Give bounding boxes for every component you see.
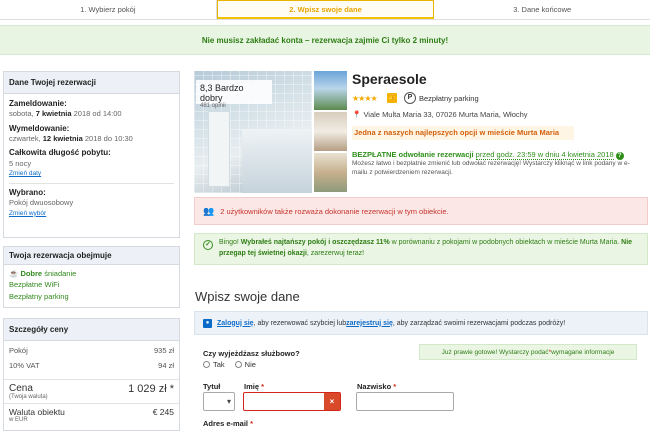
email-label: Adres e-mail * — [203, 419, 254, 428]
business-no-radio[interactable]: Nie — [234, 360, 256, 369]
error-icon: × — [324, 393, 340, 410]
thumbnail-terrace[interactable] — [314, 153, 347, 192]
included-wifi: Bezpłatne WiFi — [9, 280, 60, 290]
demand-alert: 👥 2 użytkowników także rozważa dokonanie… — [194, 197, 648, 225]
title-label: Tytuł — [203, 382, 221, 391]
best-option-badge: Jedna z naszych najlepszych opcji w mieś… — [352, 126, 574, 140]
step-choose-room[interactable]: 1. Wybierz pokój — [0, 0, 217, 19]
step-final-details: 3. Dane końcowe — [434, 0, 650, 19]
change-choice-link[interactable]: Zmień wybór — [9, 209, 174, 218]
checkin-value: sobota, 7 kwietnia 2018 od 14:00 — [9, 109, 122, 119]
cancellation-note: Możesz łatwo i bezpłatnie zmienić lub od… — [352, 160, 630, 176]
thumbs-up-icon: 👍 — [387, 93, 397, 103]
check-circle-icon: ✓ — [203, 240, 213, 250]
step-enter-details: 2. Wpisz swoje dane — [216, 0, 435, 19]
business-yes-radio[interactable]: Tak — [203, 360, 225, 369]
reservation-summary: Dane Twojej rezerwacji Zameldowanie: sob… — [3, 71, 180, 238]
checkout-label: Wymeldowanie: — [9, 123, 70, 133]
change-dates-link[interactable]: Zmień daty — [9, 169, 174, 178]
photo-thumbnails — [314, 71, 347, 194]
price-total: Cena (Twoja waluta) 1 029 zł * — [9, 383, 174, 400]
reservation-header: Dane Twojej rezerwacji — [4, 72, 179, 94]
star-rating: ★★★★ — [352, 94, 378, 103]
form-title: Wpisz swoje dane — [195, 289, 300, 304]
register-link[interactable]: zarejestruj się — [346, 320, 393, 327]
free-cancellation: BEZPŁATNE odwołanie rezerwacji przed god… — [352, 150, 624, 160]
price-header: Szczegóły ceny — [4, 319, 179, 341]
last-name-input[interactable] — [356, 392, 454, 411]
login-prompt: ● Zaloguj się , aby rezerwować szybciej … — [194, 311, 648, 335]
map-pin-icon: 📍 — [352, 110, 362, 119]
checkout-value: czwartek, 12 kwietnia 2018 do 10:30 — [9, 133, 133, 143]
user-icon: ● — [203, 318, 212, 328]
progress-steps: 1. Wybierz pokój 2. Wpisz swoje dane 3. … — [0, 0, 650, 20]
almost-ready-notice: Już prawie gotowe! Wystarczy podać * wym… — [419, 344, 637, 360]
stay-length-value: 5 nocy — [9, 158, 32, 168]
thumbnail-exterior[interactable] — [314, 71, 347, 110]
title-select[interactable] — [203, 392, 235, 411]
checkin-label: Zameldowanie: — [9, 99, 67, 108]
chosen-room: Pokój dwuosobowy — [9, 198, 74, 208]
included-box: Twoja rezerwacja obejmuje ☕ Dobre śniada… — [3, 246, 180, 308]
hotel-name: Speraesole — [352, 71, 427, 87]
people-icon: 👥 — [203, 205, 215, 216]
price-hotel-currency: Waluta obiektu w EUR € 245 — [9, 407, 174, 423]
business-trip-question: Czy wyjeżdżasz służbowo? — [203, 349, 300, 358]
price-row-vat: 10% VAT 94 zł — [9, 361, 174, 370]
included-breakfast: ☕ Dobre śniadanie — [9, 269, 77, 278]
price-row-room: Pokój 935 zł — [9, 346, 174, 355]
thumbnail-room[interactable] — [314, 112, 347, 151]
help-icon[interactable]: ? — [615, 152, 624, 160]
hotel-address: 📍 Viale Multa Maria 33, 07026 Murta Mari… — [352, 110, 528, 119]
last-name-label: Nazwisko * — [357, 382, 397, 391]
first-name-label: Imię * — [244, 382, 265, 391]
included-header: Twoja rezerwacja obejmuje — [4, 247, 179, 265]
business-trip-options: Tak Nie — [203, 360, 256, 369]
best-price-alert: ✓ Bingo! Wybrałeś najtańszy pokój i oszc… — [194, 233, 648, 265]
parking-label: Bezpłatny parking — [419, 94, 479, 103]
price-details: Szczegóły ceny Pokój 935 zł 10% VAT 94 zł … — [3, 318, 180, 431]
included-parking: Bezpłatny parking — [9, 291, 69, 301]
review-score[interactable]: 8,3 Bardzo dobry 481 opinii — [196, 80, 272, 109]
first-name-input[interactable]: × — [243, 392, 341, 411]
login-link[interactable]: Zaloguj się — [217, 320, 254, 327]
stay-length-label: Całkowita długość pobytu: — [9, 148, 111, 158]
parking-icon: P — [404, 92, 416, 104]
chosen-label: Wybrano: — [9, 188, 46, 198]
no-account-banner: Nie musisz zakładać konta – rezerwacja z… — [0, 25, 650, 55]
coffee-icon: ☕ — [9, 269, 19, 278]
